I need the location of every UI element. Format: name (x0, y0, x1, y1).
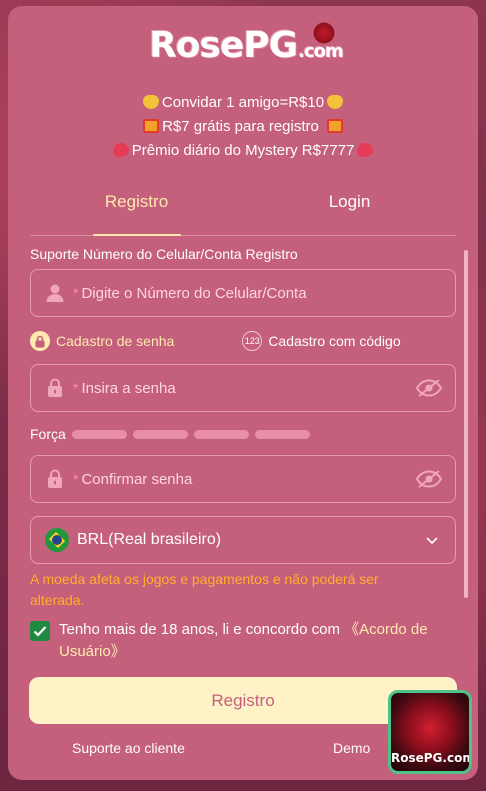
currency-select[interactable]: BRL(Real brasileiro) (30, 516, 456, 564)
badge-label: RosePG.com (391, 751, 472, 765)
chevron-down-icon (425, 533, 439, 547)
account-label: Suporte Número do Celular/Conta Registro (30, 246, 298, 262)
heart-icon (111, 141, 130, 159)
gift-icon (143, 119, 160, 133)
currency-warning: A moeda afeta os jogos e pagamentos e nã… (30, 571, 379, 608)
tab-register[interactable]: Registro (30, 186, 243, 236)
handshake-icon (142, 95, 159, 109)
required-mark: * (73, 471, 79, 487)
strength-bar (132, 429, 188, 439)
tab-login[interactable]: Login (243, 186, 456, 235)
mode-password-option[interactable]: Cadastro de senha (30, 331, 174, 351)
handshake-icon (327, 95, 344, 109)
confirm-password-field[interactable]: * Confirmar senha (30, 455, 456, 503)
promo-mystery: Prêmio diário do Mystery R$7777 (8, 141, 478, 159)
account-placeholder: Digite o Número do Celular/Conta (81, 284, 307, 302)
agree-checkbox[interactable] (30, 621, 50, 641)
lock-badge-icon (30, 331, 50, 351)
required-mark: * (73, 380, 79, 396)
eye-off-icon[interactable] (415, 378, 443, 398)
logo-rose-text: Rose (149, 25, 244, 66)
password-field[interactable]: * Insira a senha (30, 364, 456, 412)
promo-invite: Convidar 1 amigo=R$10 (8, 94, 478, 111)
agree-text: Tenho mais de 18 anos, li e concordo com… (59, 619, 450, 663)
agree-text-main: Tenho mais de 18 anos, li e concordo com (59, 621, 345, 638)
strength-bar (193, 429, 249, 439)
mode-code-label: Cadastro com código (268, 333, 401, 349)
confirm-placeholder: Confirmar senha (81, 470, 193, 488)
logo-com-text: .com (298, 41, 344, 62)
promo-bonus-text: R$7 grátis para registro (162, 118, 319, 135)
currency-value: BRL(Real brasileiro) (77, 531, 222, 548)
mode-code-option[interactable]: 123 Cadastro com código (242, 331, 401, 351)
brazil-flag-icon (45, 528, 69, 552)
lock-icon (45, 378, 65, 398)
register-mode-switch: Cadastro de senha 123 Cadastro com códig… (30, 327, 456, 355)
promo-mystery-text: Prêmio diário do Mystery R$7777 (131, 142, 355, 159)
customer-support-link[interactable]: Suporte ao cliente (72, 740, 185, 756)
promo-bonus: R$7 grátis para registro (8, 118, 478, 135)
lock-icon (45, 469, 65, 489)
strength-bar (254, 429, 310, 439)
gift-icon (326, 119, 343, 133)
eye-off-icon[interactable] (415, 469, 443, 489)
scrollbar[interactable] (464, 250, 468, 598)
age-agreement: Tenho mais de 18 anos, li e concordo com… (30, 619, 450, 663)
code-badge-icon: 123 (242, 331, 263, 351)
password-placeholder: Insira a senha (81, 379, 176, 397)
mode-password-label: Cadastro de senha (56, 333, 175, 349)
register-modal: RosePG.com Convidar 1 amigo=R$10 R$7 grá… (8, 6, 478, 780)
promo-invite-text: Convidar 1 amigo=R$10 (161, 94, 325, 111)
strength-label: Força (30, 426, 66, 442)
site-logo: RosePG.com (8, 22, 478, 66)
heart-icon (356, 141, 375, 159)
rose-icon (310, 22, 337, 44)
required-mark: * (73, 285, 79, 301)
strength-bar (71, 429, 127, 439)
password-strength: Força (30, 426, 310, 442)
floating-app-badge[interactable]: RosePG.com (388, 690, 472, 774)
account-field[interactable]: * Digite o Número do Celular/Conta (30, 269, 456, 317)
logo-pg-text: PG (243, 25, 298, 66)
demo-link[interactable]: Demo (333, 740, 370, 756)
auth-tabs: Registro Login (30, 186, 456, 236)
user-icon (45, 283, 65, 303)
